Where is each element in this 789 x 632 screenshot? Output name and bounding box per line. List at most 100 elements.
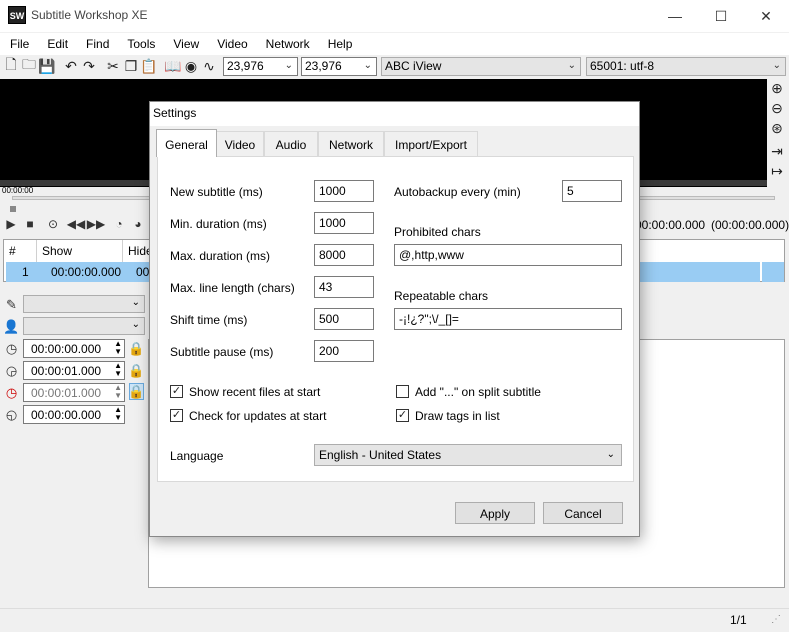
style-combo[interactable]: ⌄ [23, 295, 145, 313]
person-icon: 👤 [3, 318, 20, 334]
shift-time-input[interactable]: 500 [314, 308, 374, 330]
max-line-length-label: Max. line length (chars) [170, 281, 295, 295]
redo-icon[interactable]: ↷ [81, 58, 97, 74]
cut-icon[interactable]: ✂ [105, 58, 121, 74]
spin-arrows-icon[interactable]: ▲ ▼ [114, 340, 122, 356]
hide-time-value: 00:00:01.000 [31, 364, 102, 378]
min-duration-label: Min. duration (ms) [170, 217, 267, 231]
waveform-icon[interactable]: ∿ [201, 58, 217, 74]
input-fps-value: 23,976 [227, 59, 264, 73]
zoom-out-icon[interactable]: ⊖ [768, 99, 786, 117]
add-ellipsis-label[interactable]: Add "..." on split subtitle [415, 385, 541, 399]
input-fps-combo[interactable]: 23,976 ⌄ [223, 57, 298, 76]
lock-icon[interactable]: 🔒 [128, 340, 144, 357]
language-value: English - United States [319, 448, 442, 462]
show-time-spinner[interactable]: 00:00:00.000 ▲ ▼ [23, 339, 125, 358]
copy-icon[interactable]: ❐ [123, 58, 139, 74]
draw-tags-label[interactable]: Draw tags in list [415, 409, 500, 423]
lock-icon[interactable]: 🔒 [128, 362, 144, 379]
lock-icon[interactable]: 🔒 [128, 383, 145, 400]
play-icon[interactable]: ▶ [3, 216, 19, 232]
undo-icon[interactable]: ↶ [63, 58, 79, 74]
hide-time-spinner[interactable]: 00:00:01.000 ▲ ▼ [23, 361, 125, 380]
new-file-icon[interactable]: 🗋 [3, 56, 19, 74]
close-button[interactable]: ✕ [743, 0, 789, 32]
chevron-down-icon: ⌄ [606, 449, 615, 460]
encoding-combo[interactable]: 65001: utf-8 ⌄ [586, 57, 786, 76]
paste-icon[interactable]: 📋 [140, 58, 157, 74]
repeatable-chars-input[interactable]: -¡!¿?";\/_[]= [394, 308, 622, 330]
show-recent-checkbox[interactable]: ✓ [170, 385, 183, 398]
tab-network[interactable]: Network [318, 131, 384, 156]
spin-arrows-icon[interactable]: ▲ ▼ [114, 406, 122, 422]
autobackup-input[interactable]: 5 [562, 180, 622, 202]
clock-forward-icon[interactable]: ◕ [130, 216, 146, 232]
menu-find[interactable]: Find [76, 33, 117, 55]
save-icon[interactable]: 💾 [38, 58, 55, 74]
column-number[interactable]: # [4, 240, 37, 262]
set-end-icon[interactable]: ↦ [768, 162, 786, 180]
tab-audio[interactable]: Audio [264, 131, 318, 156]
tab-video[interactable]: Video [216, 131, 264, 156]
dialog-title-bar [150, 102, 639, 126]
eye-icon[interactable]: ◉ [183, 58, 199, 74]
check-updates-label[interactable]: Check for updates at start [189, 409, 326, 423]
clock-back-icon[interactable]: ◔ [111, 216, 127, 232]
draw-tags-checkbox[interactable]: ✓ [396, 409, 409, 422]
autobackup-label: Autobackup every (min) [394, 185, 521, 199]
tab-general[interactable]: General [156, 129, 217, 157]
service-value: ABC iView [385, 59, 442, 73]
spin-arrows-icon[interactable]: ▲ ▼ [114, 362, 122, 378]
set-start-icon[interactable]: ⇥ [768, 142, 786, 160]
language-select[interactable]: English - United States ⌄ [314, 444, 622, 466]
show-time-icon: ◷ [5, 340, 18, 356]
prohibited-chars-input[interactable]: @,http,www [394, 244, 622, 266]
max-duration-input[interactable]: 8000 [314, 244, 374, 266]
language-label: Language [170, 449, 224, 463]
repeatable-chars-label: Repeatable chars [394, 289, 489, 303]
add-ellipsis-checkbox[interactable] [396, 385, 409, 398]
pause-spinner[interactable]: 00:00:00.000 ▲ ▼ [23, 405, 125, 424]
open-folder-icon[interactable]: 🗀 [21, 56, 37, 74]
apply-button[interactable]: Apply [455, 502, 535, 524]
cancel-button[interactable]: Cancel [543, 502, 623, 524]
output-fps-combo[interactable]: 23,976 ⌄ [301, 57, 377, 76]
menu-edit[interactable]: Edit [37, 33, 76, 55]
column-show[interactable]: Show [37, 240, 123, 262]
max-line-length-input[interactable]: 43 [314, 276, 374, 298]
chevron-down-icon: ⌄ [131, 319, 140, 330]
menu-help[interactable]: Help [318, 33, 361, 55]
duration-spinner[interactable]: 00:00:01.000 ▲ ▼ [23, 383, 125, 402]
new-subtitle-input[interactable]: 1000 [314, 180, 374, 202]
maximize-button[interactable]: ☐ [698, 0, 744, 32]
stop-icon[interactable]: ■ [22, 216, 38, 232]
rewind-icon[interactable]: ◀◀ [67, 216, 85, 232]
menu-video[interactable]: Video [207, 33, 255, 55]
encoding-value: 65001: utf-8 [590, 59, 655, 73]
show-recent-label[interactable]: Show recent files at start [189, 385, 320, 399]
seek-thumb[interactable] [10, 206, 16, 212]
service-combo[interactable]: ABC iView ⌄ [381, 57, 581, 76]
min-duration-input[interactable]: 1000 [314, 212, 374, 234]
zoom-fit-icon[interactable]: ⊛ [768, 119, 786, 137]
menu-network[interactable]: Network [256, 33, 318, 55]
minimize-button[interactable]: — [652, 0, 698, 32]
row-show: 00:00:00.000 [51, 265, 122, 279]
subtitle-pause-label: Subtitle pause (ms) [170, 345, 274, 359]
menu-tools[interactable]: Tools [117, 33, 163, 55]
pause-icon: ◵ [5, 406, 18, 422]
subtitle-pause-input[interactable]: 200 [314, 340, 374, 362]
zoom-in-icon[interactable]: ⊕ [768, 79, 786, 97]
spin-arrows-icon[interactable]: ▲ ▼ [114, 384, 122, 400]
hide-time-icon: ◶ [5, 362, 18, 378]
check-updates-checkbox[interactable]: ✓ [170, 409, 183, 422]
actor-combo[interactable]: ⌄ [23, 317, 145, 335]
duration-time: (00:00:00.000) [711, 218, 789, 232]
tab-import-export[interactable]: Import/Export [384, 131, 478, 156]
forward-icon[interactable]: ▶▶ [87, 216, 105, 232]
menu-view[interactable]: View [163, 33, 207, 55]
resize-grip-icon[interactable]: ⋰ [771, 614, 781, 625]
menu-file[interactable]: File [0, 33, 37, 55]
book-icon[interactable]: 📖 [164, 58, 181, 74]
download-icon[interactable]: ⊙ [45, 216, 61, 232]
